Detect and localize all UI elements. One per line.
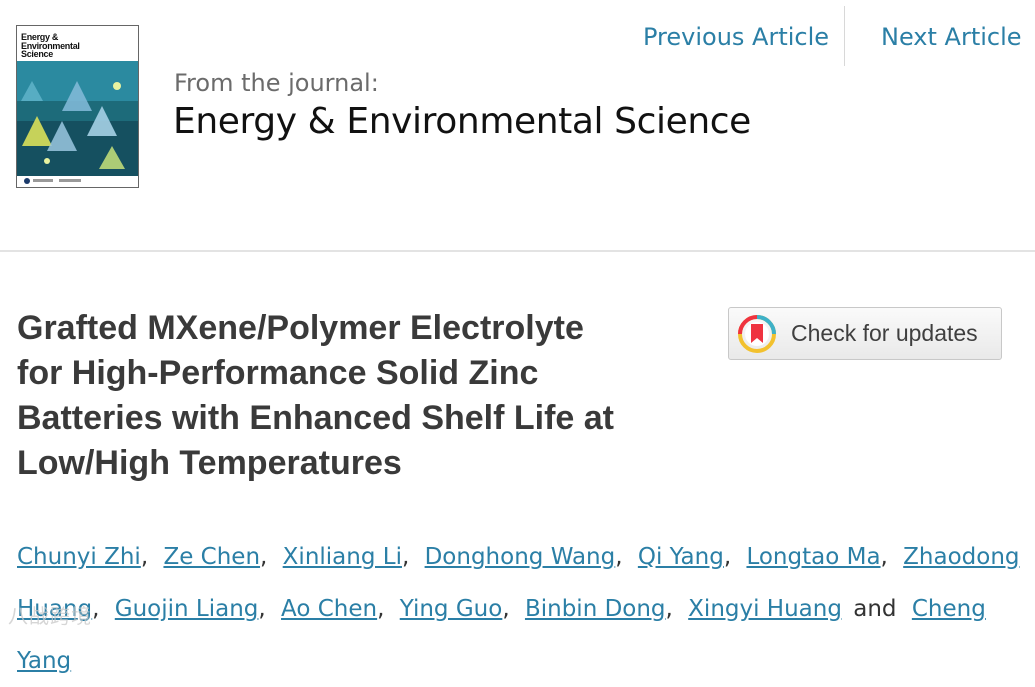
author-link[interactable]: Ze Chen: [163, 544, 260, 570]
author-separator: ,: [502, 596, 510, 622]
watermark: 八战跨境: [8, 604, 92, 628]
author-list: Chunyi Zhi, Ze Chen, Xinliang Li, Dongho…: [17, 531, 1027, 687]
journal-from-label: From the journal:: [174, 69, 379, 97]
author-separator: ,: [92, 596, 100, 622]
nav-divider: [844, 6, 845, 66]
cover-artwork: [17, 61, 138, 186]
author-separator: ,: [665, 596, 673, 622]
check-for-updates-label: Check for updates: [791, 320, 978, 346]
next-article-link[interactable]: Next Article: [881, 23, 1022, 51]
author-separator: ,: [880, 544, 888, 570]
cover-title: Energy & Environmental Science: [21, 33, 80, 59]
author-separator: ,: [140, 544, 149, 570]
cover-title-line-3: Science: [21, 49, 53, 59]
author-link[interactable]: Ao Chen: [281, 596, 377, 622]
check-for-updates-button[interactable]: Check for updates: [728, 307, 1002, 360]
previous-article-link[interactable]: Previous Article: [643, 23, 829, 51]
author-link[interactable]: Binbin Dong: [525, 596, 666, 622]
author-separator: ,: [377, 596, 385, 622]
author-link[interactable]: Xingyi Huang: [688, 596, 842, 622]
author-link[interactable]: Xinliang Li: [283, 544, 402, 570]
author-separator: ,: [260, 544, 268, 570]
article-title-line-4: Low/High Temperatures: [17, 444, 402, 482]
article-title-line-3: Batteries with Enhanced Shelf Life at: [17, 399, 615, 437]
crossmark-icon: [738, 314, 776, 353]
author-link[interactable]: Longtao Ma: [746, 544, 880, 570]
author-separator: ,: [615, 544, 623, 570]
author-link[interactable]: Guojin Liang: [115, 596, 259, 622]
author-separator: ,: [258, 596, 266, 622]
author-link[interactable]: Ying Guo: [400, 596, 503, 622]
article-title: Grafted MXene/Polymer Electrolyte for Hi…: [17, 306, 707, 486]
author-separator: ,: [723, 544, 732, 570]
author-link[interactable]: Donghong Wang: [425, 544, 616, 570]
journal-name[interactable]: Energy & Environmental Science: [173, 101, 751, 142]
author-link[interactable]: Chunyi Zhi: [17, 544, 141, 570]
article-title-line-2: for High-Performance Solid Zinc: [17, 354, 539, 392]
author-link[interactable]: Qi Yang: [638, 544, 724, 570]
journal-cover-image[interactable]: Energy & Environmental Science: [16, 25, 139, 188]
author-separator: ,: [401, 544, 410, 570]
article-title-line-1: Grafted MXene/Polymer Electrolyte: [17, 309, 584, 347]
author-conjunction: and: [853, 596, 897, 622]
header-divider: [0, 250, 1035, 252]
